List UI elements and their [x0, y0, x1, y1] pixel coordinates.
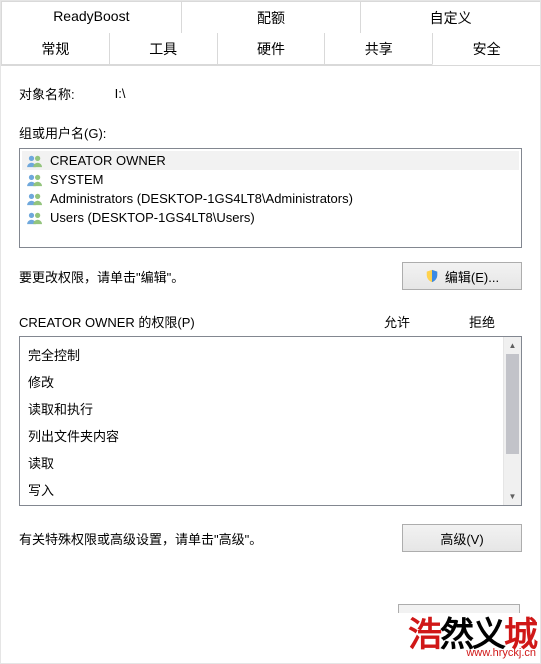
permission-item: 修改 [28, 368, 496, 395]
advanced-row: 有关特殊权限或高级设置，请单击"高级"。 高级(V) [19, 524, 522, 552]
object-name-label: 对象名称: [19, 84, 75, 103]
tab-hardware[interactable]: 硬件 [217, 33, 326, 65]
permissions-listbox: 完全控制 修改 读取和执行 列出文件夹内容 读取 写入 ▲ ▼ [19, 336, 522, 506]
list-item[interactable]: CREATOR OWNER [22, 151, 519, 170]
permissions-deny-col: 拒绝 [442, 312, 522, 331]
tab-readyboost[interactable]: ReadyBoost [1, 1, 182, 33]
tab-tools[interactable]: 工具 [109, 33, 218, 65]
groups-listbox[interactable]: CREATOR OWNER SYSTEM Administrators (DES… [19, 148, 522, 248]
scroll-up-icon[interactable]: ▲ [504, 337, 521, 354]
tab-quota[interactable]: 配额 [181, 1, 362, 33]
tab-security[interactable]: 安全 [432, 33, 541, 65]
users-icon [26, 192, 44, 206]
edit-row: 要更改权限，请单击"编辑"。 编辑(E)... [19, 262, 522, 290]
permission-item: 读取 [28, 449, 496, 476]
list-item-label: Administrators (DESKTOP-1GS4LT8\Administ… [50, 191, 353, 206]
security-panel: 对象名称: I:\ 组或用户名(G): CREATOR OWNER SYSTEM [1, 66, 540, 582]
advanced-hint: 有关特殊权限或高级设置，请单击"高级"。 [19, 529, 262, 548]
properties-dialog: ReadyBoost 配额 自定义 常规 工具 硬件 共享 安全 对象名称: I… [0, 0, 541, 664]
list-item[interactable]: Users (DESKTOP-1GS4LT8\Users) [22, 208, 519, 227]
permission-item: 读取和执行 [28, 395, 496, 422]
tab-general[interactable]: 常规 [1, 33, 110, 65]
permissions-header: CREATOR OWNER 的权限(P) 允许 拒绝 [19, 312, 522, 331]
permission-item: 写入 [28, 476, 496, 503]
scroll-thumb[interactable] [506, 354, 519, 454]
edit-button[interactable]: 编辑(E)... [402, 262, 522, 290]
list-item-label: SYSTEM [50, 172, 103, 187]
list-item-label: CREATOR OWNER [50, 153, 166, 168]
advanced-button-label: 高级(V) [440, 529, 483, 548]
tab-customize[interactable]: 自定义 [360, 1, 541, 33]
edit-hint: 要更改权限，请单击"编辑"。 [19, 267, 184, 286]
permission-item: 列出文件夹内容 [28, 422, 496, 449]
list-item[interactable]: Administrators (DESKTOP-1GS4LT8\Administ… [22, 189, 519, 208]
users-icon [26, 211, 44, 225]
scroll-track[interactable] [504, 354, 521, 488]
permissions-allow-col: 允许 [352, 312, 442, 331]
shield-icon [425, 269, 439, 283]
tab-row-1: ReadyBoost 配额 自定义 [1, 1, 540, 33]
tab-sharing[interactable]: 共享 [324, 33, 433, 65]
users-icon [26, 154, 44, 168]
tab-strip: ReadyBoost 配额 自定义 常规 工具 硬件 共享 安全 [1, 1, 540, 66]
object-name-row: 对象名称: I:\ [19, 84, 522, 103]
permission-item: 完全控制 [28, 341, 496, 368]
permissions-inner: 完全控制 修改 读取和执行 列出文件夹内容 读取 写入 [20, 337, 504, 505]
tab-row-2: 常规 工具 硬件 共享 安全 [1, 33, 540, 66]
list-item[interactable]: SYSTEM [22, 170, 519, 189]
scroll-down-icon[interactable]: ▼ [504, 488, 521, 505]
object-name-value: I:\ [115, 86, 126, 101]
edit-button-label: 编辑(E)... [445, 267, 499, 286]
users-icon [26, 173, 44, 187]
groups-label: 组或用户名(G): [19, 123, 522, 142]
advanced-button[interactable]: 高级(V) [402, 524, 522, 552]
dialog-button-partial[interactable] [398, 604, 520, 613]
permissions-title: CREATOR OWNER 的权限(P) [19, 312, 352, 331]
scrollbar[interactable]: ▲ ▼ [503, 337, 521, 505]
list-item-label: Users (DESKTOP-1GS4LT8\Users) [50, 210, 255, 225]
watermark: 浩然义城 www.hryckj.cn [408, 618, 536, 659]
